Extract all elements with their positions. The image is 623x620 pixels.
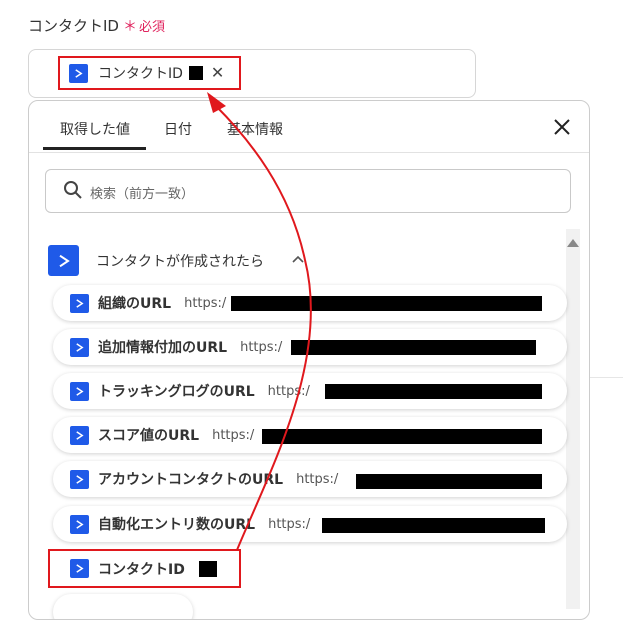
selected-value-chip[interactable]: コンタクトID ✕	[58, 56, 241, 90]
active-tab-indicator	[43, 147, 146, 150]
field-label: コンタクトID ＊必須	[28, 15, 165, 36]
redacted-block	[325, 384, 542, 399]
redacted-block	[291, 340, 536, 355]
tab-bar: 取得した値 日付 基本情報	[29, 101, 589, 153]
item-label: トラッキングログのURL	[98, 384, 255, 400]
tab-retrieved-values[interactable]: 取得した値	[60, 119, 130, 139]
yoom-arrow-icon	[70, 293, 89, 313]
trigger-icon	[48, 245, 79, 276]
item-label: 追加情報付加のURL	[98, 340, 228, 356]
remove-chip-icon[interactable]: ✕	[211, 65, 224, 81]
field-label-text: コンタクトID	[28, 17, 119, 35]
value-picker-panel: 取得した値 日付 基本情報 検索（前方一致） コンタクトが作成されたら 組織のU…	[28, 100, 590, 620]
yoom-arrow-icon	[70, 514, 89, 534]
item-label: コンタクトID	[98, 561, 185, 578]
item-label: アカウントコンタクトのURL	[98, 472, 284, 488]
yoom-arrow-icon	[70, 381, 89, 401]
redacted-block	[356, 474, 542, 489]
list-item[interactable]	[53, 594, 193, 619]
yoom-arrow-icon	[70, 337, 89, 357]
item-url: https:/	[296, 471, 339, 487]
search-placeholder: 検索（前方一致）	[90, 187, 195, 202]
item-url: https:/	[240, 339, 283, 355]
required-mark: ＊	[122, 19, 137, 35]
group-title[interactable]: コンタクトが作成されたら	[96, 251, 264, 271]
redacted-block	[231, 296, 542, 311]
yoom-arrow-icon	[70, 425, 89, 445]
close-icon[interactable]	[552, 117, 572, 137]
chip-label: コンタクトID	[98, 66, 183, 82]
required-text: 必須	[138, 20, 165, 35]
item-label: 組織のURL	[98, 296, 172, 312]
scroll-up-icon[interactable]	[567, 239, 579, 247]
list-item-contact-id[interactable]: コンタクトID	[48, 549, 241, 588]
item-label: 自動化エントリ数のURL	[98, 517, 256, 533]
chevron-up-icon[interactable]	[292, 255, 304, 263]
search-icon	[64, 181, 82, 199]
redacted-block	[262, 429, 542, 444]
search-input[interactable]: 検索（前方一致）	[45, 169, 571, 213]
item-label: スコア値のURL	[98, 428, 200, 444]
divider	[590, 377, 623, 378]
item-url: https:/	[267, 383, 310, 399]
item-url: https:/	[268, 516, 311, 532]
redacted-block	[188, 66, 203, 80]
yoom-arrow-icon	[70, 469, 89, 489]
item-url: https:/	[212, 427, 255, 443]
yoom-arrow-icon	[69, 63, 88, 83]
tab-basic-info[interactable]: 基本情報	[227, 119, 283, 139]
item-url: https:/	[184, 295, 227, 311]
tab-date[interactable]: 日付	[164, 119, 192, 139]
redacted-block	[322, 518, 545, 533]
scrollbar[interactable]	[566, 229, 580, 609]
redacted-block	[198, 560, 217, 577]
yoom-arrow-icon	[70, 559, 89, 578]
